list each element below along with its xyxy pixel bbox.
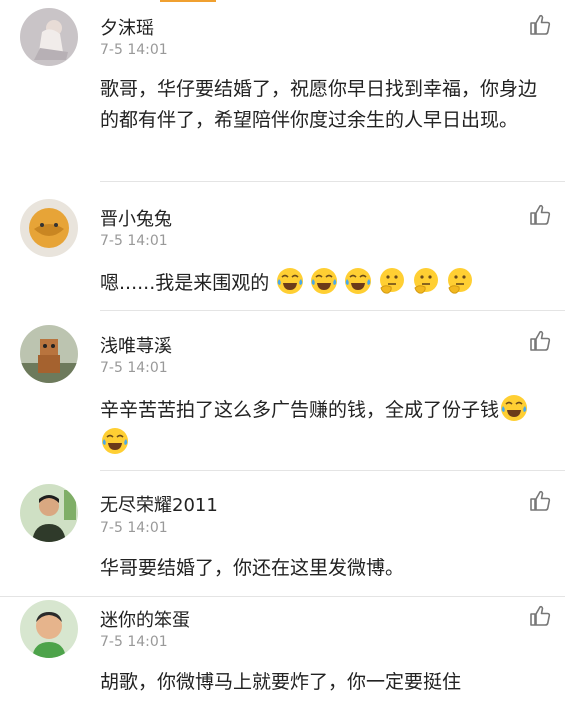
comment-time: 7-5 14:01 (100, 634, 168, 650)
laugh-cry-emoji-icon (309, 266, 339, 296)
like-button[interactable] (527, 328, 553, 354)
separator (0, 596, 565, 597)
like-button[interactable] (527, 12, 553, 38)
avatar-young-man-icon (20, 484, 78, 542)
laugh-cry-emoji-icon (343, 266, 373, 296)
avatar[interactable] (20, 199, 78, 257)
thinking-emoji-icon (377, 266, 407, 296)
avatar-girl-sitting-icon (20, 8, 78, 66)
avatar[interactable] (20, 484, 78, 542)
comment-time: 7-5 14:01 (100, 520, 168, 536)
avatar-robot-toy-icon (20, 325, 78, 383)
thumbs-up-icon (530, 14, 551, 35)
avatar[interactable] (20, 325, 78, 383)
user-name[interactable]: 浅唯荨溪 (100, 332, 172, 358)
user-name[interactable]: 夕沫瑶 (100, 14, 154, 40)
top-accent-bar (160, 0, 216, 2)
comment-text: 辛辛苦苦拍了这么多广告赚的钱，全成了份子钱 (100, 393, 540, 459)
like-button[interactable] (527, 603, 553, 629)
separator (100, 181, 565, 182)
user-name[interactable]: 无尽荣耀2011 (100, 491, 218, 517)
avatar-orange-ball-icon (20, 199, 78, 257)
avatar[interactable] (20, 8, 78, 66)
thumbs-up-icon (530, 605, 551, 626)
thinking-emoji-icon (445, 266, 475, 296)
comment-time: 7-5 14:01 (100, 42, 168, 58)
comment-time: 7-5 14:01 (100, 233, 168, 249)
avatar[interactable] (20, 600, 78, 658)
laugh-cry-emoji-icon (275, 266, 305, 296)
thinking-emoji-icon (411, 266, 441, 296)
laugh-cry-emoji-icon (499, 393, 529, 423)
separator (100, 470, 565, 471)
thumbs-up-icon (530, 330, 551, 351)
comment-text: 华哥要结婚了，你还在这里发微博。 (100, 557, 405, 579)
separator (100, 310, 565, 311)
comment-text: 歌哥，华仔要结婚了，祝愿你早日找到幸福，你身边的都有伴了，希望陪伴你度过余生的人… (100, 78, 538, 131)
user-name[interactable]: 晋小兔兔 (100, 205, 172, 231)
like-button[interactable] (527, 488, 553, 514)
comment-text-content: 辛辛苦苦拍了这么多广告赚的钱，全成了份子钱 (100, 399, 500, 421)
laugh-cry-emoji-icon (100, 426, 130, 456)
user-name[interactable]: 迷你的笨蛋 (100, 606, 190, 632)
comment-time: 7-5 14:01 (100, 360, 168, 376)
comment-text-content: 嗯......我是来围观的 (100, 272, 270, 294)
avatar-child-icon (20, 600, 78, 658)
thumbs-up-icon (530, 204, 551, 225)
thumbs-up-icon (530, 490, 551, 511)
like-button[interactable] (527, 202, 553, 228)
comment-text: 胡歌，你微博马上就要炸了，你一定要挺住 (100, 671, 462, 693)
comment-text: 嗯......我是来围观的 (100, 266, 540, 299)
